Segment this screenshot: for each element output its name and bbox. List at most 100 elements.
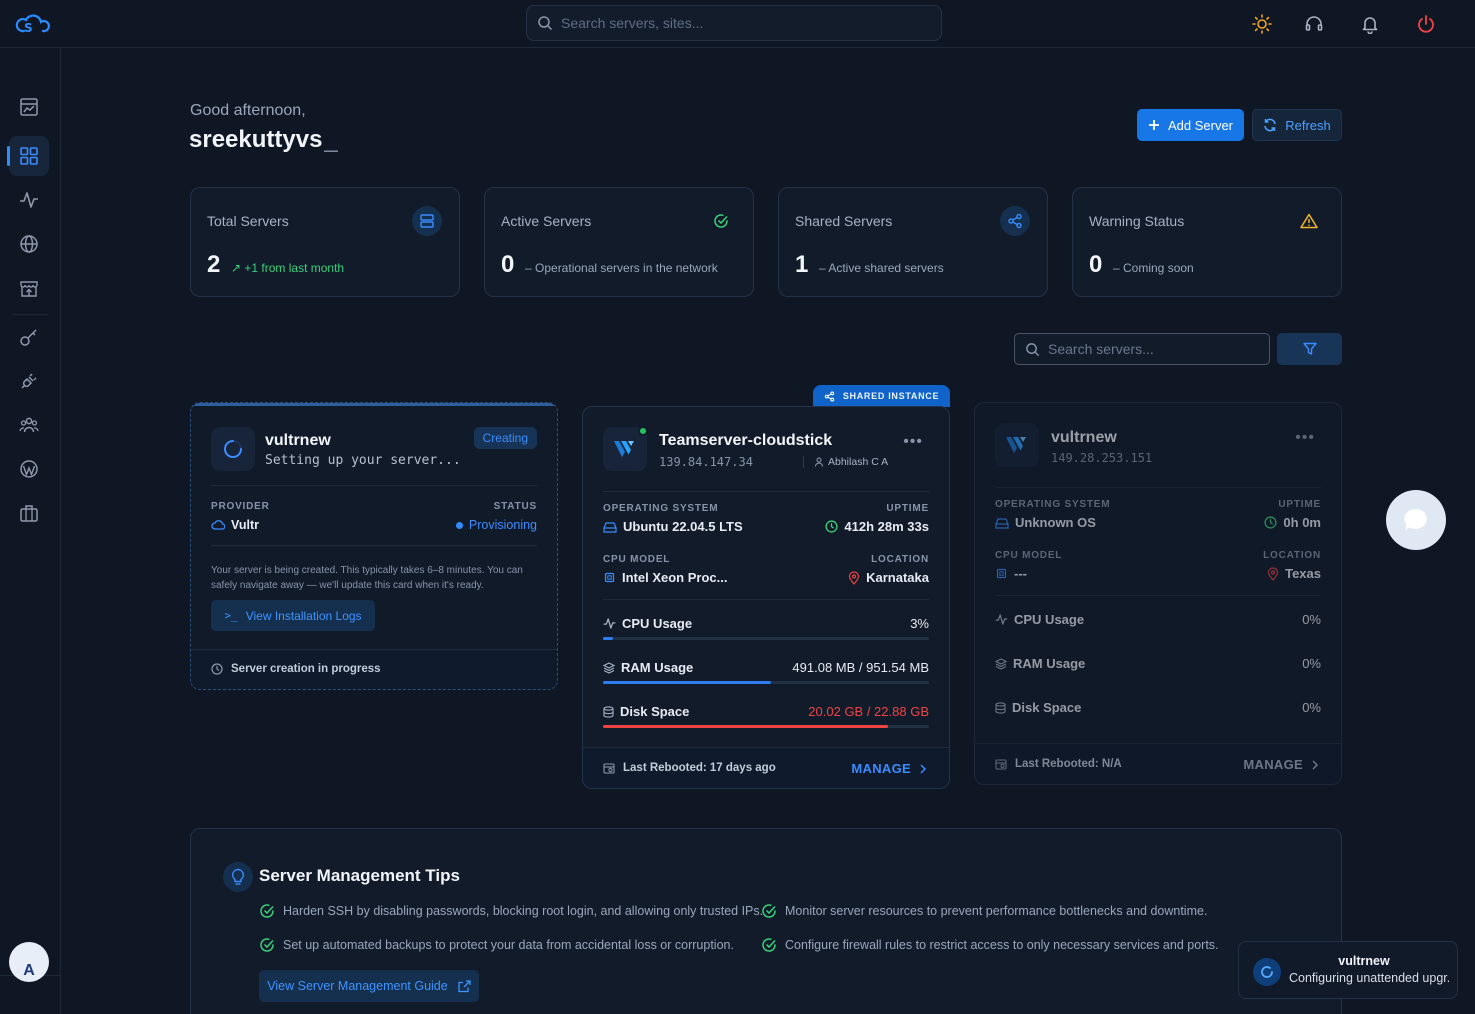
cloudstick-logo[interactable]: S (12, 10, 56, 38)
disk-space-value: 0% (1302, 700, 1321, 715)
search-placeholder: Search servers, sites... (561, 15, 704, 31)
creation-note: Your server is being created. This typic… (211, 565, 523, 591)
ram-usage-text: RAM Usage (1013, 656, 1086, 671)
uptime-text: 0h 0m (1283, 515, 1321, 530)
manage-link[interactable]: MANAGE (851, 761, 927, 776)
tips-title: Server Management Tips (259, 866, 460, 885)
stat-card-shared-servers: Shared Servers 1 – Active shared servers (778, 187, 1048, 297)
sidebar-item-sites[interactable] (9, 224, 49, 264)
svg-text:S: S (24, 21, 33, 35)
refresh-button[interactable]: Refresh (1252, 109, 1342, 141)
database-disk-icon (995, 701, 1006, 714)
map-pin-icon (1267, 566, 1279, 581)
server-management-tips: Server Management Tips Harden SSH by dis… (190, 828, 1342, 1014)
page-title-username: sreekuttyvs_ (189, 126, 338, 154)
location-value: Karnataka (848, 570, 929, 585)
os-label: OPERATING SYSTEM (603, 503, 719, 514)
theme-toggle-sun-icon[interactable] (1250, 12, 1274, 36)
support-headset-icon[interactable] (1302, 12, 1326, 36)
server-card-creating[interactable]: vultrnew Setting up your server... Creat… (190, 402, 558, 690)
last-rebooted: Last Rebooted: N/A (995, 758, 1122, 770)
cpu-model-text: Intel Xeon Proc... (622, 570, 728, 585)
tip-item: Set up automated backups to protect your… (259, 937, 734, 953)
clock-icon (825, 520, 838, 533)
os-value: Ubuntu 22.04.5 LTS (603, 519, 743, 534)
sidebar-item-integrations[interactable] (9, 361, 49, 401)
user-avatar[interactable]: A (9, 942, 49, 982)
username-text: sreekuttyvs (189, 126, 323, 153)
disk-space-text: Disk Space (620, 704, 690, 719)
last-rebooted-text: Last Rebooted: N/A (1015, 758, 1122, 770)
view-logs-label: View Installation Logs (245, 608, 362, 623)
stat-label: Active Servers (501, 213, 592, 229)
check-circle-icon (260, 904, 274, 918)
stat-label: Warning Status (1089, 213, 1185, 229)
cpu-model-value: --- (995, 566, 1027, 581)
stat-sub-text: – Coming soon (1113, 261, 1194, 275)
progress-toast[interactable]: vultrnew Configuring unattended upgr... (1238, 941, 1458, 999)
cpu-chip-icon (996, 568, 1007, 579)
typing-cursor: _ (324, 126, 338, 153)
activity-pulse-icon (20, 192, 38, 208)
loading-spinner-icon (1253, 958, 1281, 986)
manage-label: MANAGE (851, 761, 911, 776)
server-search-input[interactable]: Search servers... (1014, 333, 1270, 365)
activity-pulse-icon (995, 614, 1008, 625)
more-options-icon[interactable]: ••• (903, 433, 923, 451)
notifications-bell-icon[interactable] (1358, 12, 1382, 36)
user-icon (815, 457, 823, 467)
cpu-usage-label: CPU Usage (995, 612, 1084, 627)
sidebar-item-ssh-keys[interactable] (9, 317, 49, 357)
report-chart-icon (20, 98, 38, 116)
manage-link[interactable]: MANAGE (1243, 757, 1319, 772)
search-icon (538, 16, 553, 31)
calendar-reboot-icon (995, 759, 1007, 770)
disk-space-text: Disk Space (1012, 700, 1082, 715)
sidebar-item-reports[interactable] (9, 87, 49, 127)
grid-dashboard-icon (20, 147, 38, 165)
sidebar-item-wordpress[interactable] (9, 449, 49, 489)
cpu-usage-text: CPU Usage (1014, 612, 1085, 627)
location-label: LOCATION (1263, 550, 1321, 561)
ram-usage-value: 0% (1302, 656, 1321, 671)
sidebar-item-deploy[interactable] (9, 268, 49, 308)
stat-card-active-servers: Active Servers 0 – Operational servers i… (484, 187, 754, 297)
map-pin-icon (849, 570, 860, 585)
shared-tag-label: SHARED INSTANCE (842, 391, 940, 401)
check-circle-icon (260, 938, 274, 952)
sidebar-item-backups[interactable] (9, 493, 49, 533)
filter-button[interactable] (1277, 333, 1342, 365)
tip-item: Monitor server resources to prevent perf… (761, 903, 1207, 919)
chat-support-button[interactable] (1386, 490, 1446, 550)
power-logout-icon[interactable] (1414, 12, 1438, 36)
view-server-management-guide-button[interactable]: View Server Management Guide (259, 970, 479, 1002)
lightbulb-icon (223, 862, 253, 892)
server-name: vultrnew (265, 432, 331, 449)
status-label: STATUS (493, 501, 537, 512)
filter-funnel-icon (1302, 342, 1317, 355)
provider-text: Vultr (231, 518, 260, 532)
disk-space-label: Disk Space (603, 704, 689, 719)
disk-space-bar-fill (603, 725, 889, 728)
stat-card-total-servers: Total Servers 2 ↗ +1 from last month (190, 187, 460, 297)
view-installation-logs-button[interactable]: >_ View Installation Logs (211, 600, 375, 631)
uptime-label: UPTIME (886, 503, 929, 514)
sidebar-item-dashboard[interactable] (7, 136, 49, 176)
cpu-usage-text: CPU Usage (622, 616, 693, 631)
status-value: Provisioning (455, 518, 537, 532)
location-label: LOCATION (871, 554, 929, 565)
store-upload-icon (20, 281, 38, 297)
server-card-shared[interactable]: Teamserver-cloudstick 139.84.147.34 Abhi… (582, 406, 950, 789)
sidebar-item-team[interactable] (9, 405, 49, 445)
tip-text: Set up automated backups to protect your… (283, 938, 734, 952)
global-search-input[interactable]: Search servers, sites... (526, 5, 942, 41)
server-card-inactive[interactable]: vultrnew 149.28.253.151 ••• OPERATING SY… (974, 402, 1342, 785)
status-text: Provisioning (468, 518, 537, 532)
sidebar-item-monitoring[interactable] (9, 180, 49, 220)
stat-sub-text: – Operational servers in the network (525, 261, 718, 275)
separator (803, 456, 804, 468)
search-icon (1026, 342, 1040, 356)
refresh-icon (1264, 118, 1276, 132)
add-server-button[interactable]: Add Server (1137, 109, 1244, 141)
more-options-icon[interactable]: ••• (1295, 429, 1315, 447)
